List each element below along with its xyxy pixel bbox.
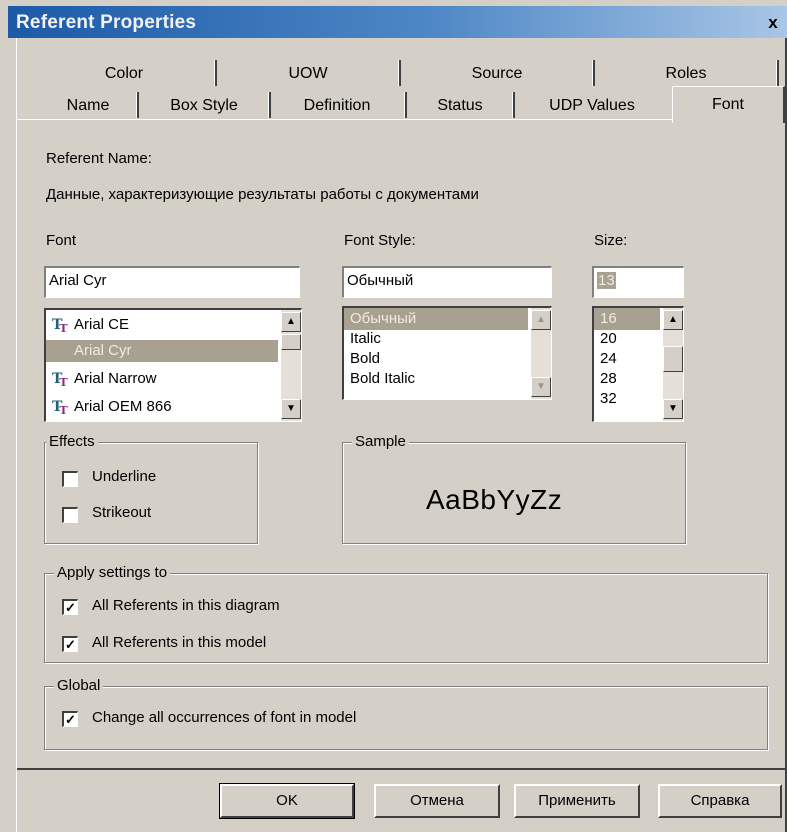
ok-button[interactable]: OK [219,783,355,819]
font-name-input[interactable]: Arial Cyr [44,266,300,298]
font-list-scrollbar[interactable]: ▲ ▼ [281,310,301,421]
apply-settings-title: Apply settings to [54,564,171,581]
tab-status[interactable]: Status [408,94,512,118]
truetype-font-icon: TT [52,371,68,389]
tab-separator [776,60,779,86]
tab-definition[interactable]: Definition [272,94,402,118]
tab-separator [404,92,407,118]
all-referents-diagram-checkbox[interactable]: ✓ [62,599,78,615]
font-item-label: Arial Narrow [74,370,157,387]
font-name-value: Arial Cyr [49,272,107,289]
tab-box-style[interactable]: Box Style [140,94,268,118]
font-style-value: Обычный [347,272,414,289]
window-title: Referent Properties [16,12,197,33]
list-item[interactable]: 24 [594,348,617,370]
scroll-thumb[interactable] [663,346,683,372]
size-scrollbar[interactable]: ▲ ▼ [663,308,683,421]
tab-color[interactable]: Color [36,62,212,86]
list-item[interactable]: 16 [594,308,660,330]
tab-separator [214,60,217,86]
referent-name-label: Referent Name: [46,150,152,167]
tab-separator [592,60,595,86]
panel-edge [17,768,785,770]
tab-separator [512,92,515,118]
list-item[interactable]: Bold [344,348,380,370]
font-item-label: Arial CE [74,316,130,333]
tab-separator [136,92,139,118]
tab-separator [268,92,271,118]
font-style-scrollbar[interactable]: ▲ ▼ [531,308,551,399]
sample-text: AaBbYyZz [426,484,563,515]
referent-name-value: Данные, характеризующие результаты работ… [46,186,479,203]
scroll-down-icon[interactable]: ▼ [281,399,301,419]
underline-checkbox[interactable] [62,471,78,487]
tab-source[interactable]: Source [402,62,592,86]
scroll-up-icon[interactable]: ▲ [531,310,551,330]
scroll-thumb[interactable] [281,334,301,350]
frame-edge [16,38,17,832]
close-button[interactable]: x [762,13,784,33]
truetype-font-icon: TT [52,399,68,417]
all-referents-diagram-label[interactable]: All Referents in this diagram [92,597,280,614]
apply-button[interactable]: Применить [514,784,640,818]
font-style-list[interactable]: Обычный Italic Bold Bold Italic ▲ ▼ [342,306,552,400]
font-item-label: Arial OEM 866 [74,398,172,415]
tab-font-label: Font [711,96,744,113]
list-item[interactable]: TT Arial OEM 866 [46,396,278,418]
sample-title: Sample [352,433,409,450]
tab-font[interactable]: Font [672,86,785,123]
cancel-button[interactable]: Отмена [374,784,500,818]
tab-uow[interactable]: UOW [218,62,398,86]
font-style-input[interactable]: Обычный [342,266,552,298]
tab-name[interactable]: Name [38,94,138,118]
list-item[interactable]: TTArial Cyr [46,340,278,362]
strikeout-label[interactable]: Strikeout [92,504,151,521]
global-title: Global [54,677,104,694]
size-list[interactable]: 16 20 24 28 32 ▲ ▼ [592,306,684,422]
tab-strip-line [17,119,677,120]
size-value: 13 [597,272,616,289]
scroll-down-icon[interactable]: ▼ [663,399,683,419]
all-referents-model-label[interactable]: All Referents in this model [92,634,266,651]
change-all-occurrences-label[interactable]: Change all occurrences of font in model [92,709,356,726]
all-referents-model-checkbox[interactable]: ✓ [62,636,78,652]
font-list[interactable]: TTArial CE TTArial Cyr TTArial Narrow TT… [44,308,302,422]
size-label: Size: [594,232,628,249]
scroll-up-icon[interactable]: ▲ [663,310,683,330]
list-item[interactable]: Italic [344,328,381,350]
effects-group [44,442,258,544]
underline-label[interactable]: Underline [92,468,156,485]
effects-title: Effects [46,433,98,450]
truetype-font-icon: TT [52,317,68,335]
list-item[interactable]: TT Arial Narrow [46,368,278,390]
help-button[interactable]: Справка [658,784,782,818]
tab-separator [398,60,401,86]
font-item-label: Arial Cyr [74,342,132,359]
scroll-down-icon[interactable]: ▼ [531,377,551,397]
tab-udp-values[interactable]: UDP Values [516,94,668,118]
strikeout-checkbox[interactable] [62,507,78,523]
list-item[interactable]: Обычный [344,308,528,330]
tab-roles[interactable]: Roles [596,62,776,86]
list-item[interactable]: 20 [594,328,617,350]
list-item[interactable]: Bold Italic [344,368,415,390]
list-item[interactable]: 28 [594,368,617,390]
change-all-occurrences-checkbox[interactable]: ✓ [62,711,78,727]
font-style-label: Font Style: [344,232,416,249]
list-item[interactable]: TT Arial CE [46,314,278,336]
font-label: Font [46,232,77,249]
scroll-up-icon[interactable]: ▲ [281,312,301,332]
list-item[interactable]: 32 [594,388,617,410]
size-input[interactable]: 13 [592,266,684,298]
